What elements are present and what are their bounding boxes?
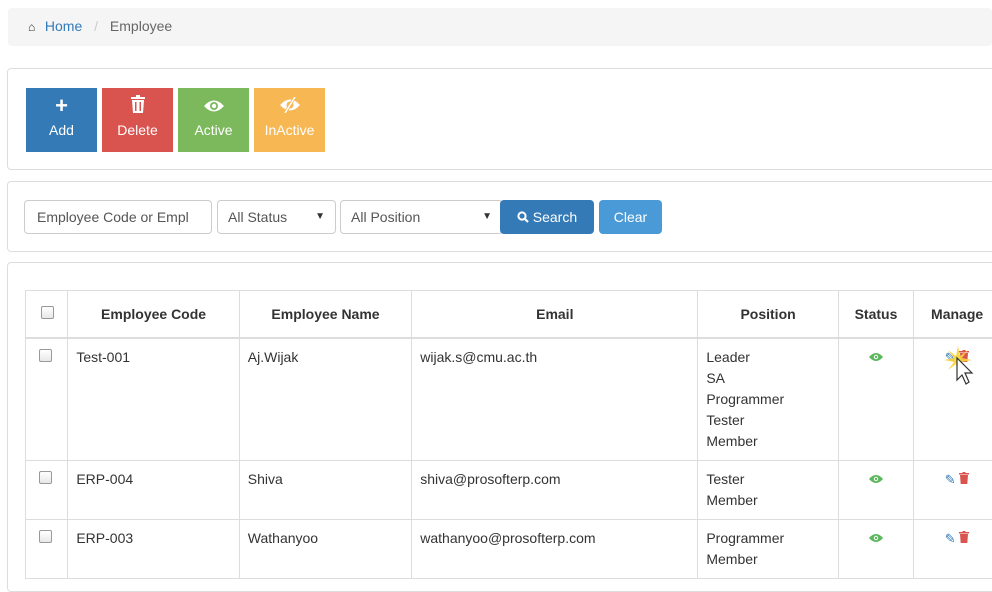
delete-button-label: Delete: [102, 122, 173, 138]
cell-position: Leader SA Programmer Tester Member: [698, 338, 838, 461]
delete-button[interactable]: Delete: [102, 88, 173, 152]
inactive-button-label: InActive: [254, 122, 325, 138]
cell-employee-name: Wathanyoo: [239, 519, 411, 578]
position-item: Programmer: [706, 528, 829, 549]
position-item: Tester: [706, 469, 829, 490]
cell-status: [838, 460, 913, 519]
caret-down-icon: ▼: [315, 201, 325, 233]
eye-icon[interactable]: [869, 533, 883, 543]
cell-employee-name: Shiva: [239, 460, 411, 519]
cell-status: [838, 519, 913, 578]
table-row: Test-001 Aj.Wijak wijak.s@cmu.ac.th Lead…: [26, 338, 992, 461]
header-employee-name: Employee Name: [239, 291, 411, 338]
row-select-cell: [26, 338, 68, 461]
cell-position: Tester Member: [698, 460, 838, 519]
active-button-label: Active: [178, 122, 249, 138]
header-employee-code: Employee Code: [68, 291, 239, 338]
pencil-icon[interactable]: ✎: [945, 472, 956, 487]
toolbar-panel: + Add Delete Active InActive: [7, 68, 992, 170]
position-item: Leader: [706, 347, 829, 368]
status-select[interactable]: All Status ▼: [217, 200, 336, 234]
cell-email: wathanyoo@prosofterp.com: [412, 519, 698, 578]
header-email: Email: [412, 291, 698, 338]
cell-manage: ✎: [914, 519, 992, 578]
eye-icon[interactable]: [869, 352, 883, 362]
search-button-label: Search: [533, 209, 577, 225]
clear-button[interactable]: Clear: [599, 200, 662, 234]
mouse-cursor-icon: [944, 340, 984, 391]
header-manage: Manage: [914, 291, 992, 338]
home-icon[interactable]: ⌂: [28, 20, 41, 34]
header-status: Status: [838, 291, 913, 338]
cell-manage: ✎: [914, 460, 992, 519]
pencil-icon[interactable]: ✎: [945, 531, 956, 546]
cell-employee-code: ERP-004: [68, 460, 239, 519]
row-checkbox[interactable]: [39, 530, 52, 543]
position-select[interactable]: All Position ▼: [340, 200, 503, 234]
position-item: Member: [706, 549, 829, 570]
table-row: ERP-003 Wathanyoo wathanyoo@prosofterp.c…: [26, 519, 992, 578]
cell-employee-name: Aj.Wijak: [239, 338, 411, 461]
cell-employee-code: ERP-003: [68, 519, 239, 578]
eye-icon[interactable]: [869, 474, 883, 484]
breadcrumb-separator: /: [86, 18, 106, 34]
trash-icon: [102, 94, 173, 118]
position-item: Member: [706, 431, 829, 452]
row-select-cell: [26, 519, 68, 578]
search-button[interactable]: Search: [500, 200, 594, 234]
header-position: Position: [698, 291, 838, 338]
eye-icon: [178, 94, 249, 118]
breadcrumb: ⌂ Home / Employee: [8, 8, 992, 46]
row-select-cell: [26, 460, 68, 519]
trash-icon[interactable]: [959, 531, 969, 546]
eye-slash-icon: [254, 94, 325, 118]
breadcrumb-home-link[interactable]: Home: [45, 18, 82, 34]
position-item: SA: [706, 368, 829, 389]
plus-icon: +: [26, 94, 97, 118]
caret-down-icon: ▼: [482, 201, 492, 233]
table-row: ERP-004 Shiva shiva@prosofterp.com Teste…: [26, 460, 992, 519]
add-button-label: Add: [26, 122, 97, 138]
add-button[interactable]: + Add: [26, 88, 97, 152]
inactive-button[interactable]: InActive: [254, 88, 325, 152]
active-button[interactable]: Active: [178, 88, 249, 152]
select-all-checkbox[interactable]: [41, 306, 54, 319]
table-panel: Employee Code Employee Name Email Positi…: [7, 262, 992, 592]
employee-table: Employee Code Employee Name Email Positi…: [25, 290, 992, 579]
position-select-value: All Position: [351, 209, 420, 225]
breadcrumb-current: Employee: [110, 18, 172, 34]
position-item: Tester: [706, 410, 829, 431]
cell-employee-code: Test-001: [68, 338, 239, 461]
position-item: Programmer: [706, 389, 829, 410]
row-checkbox[interactable]: [39, 471, 52, 484]
trash-icon[interactable]: [959, 472, 969, 487]
search-icon: [517, 211, 529, 223]
search-panel: Employee Code or Empl All Status ▼ All P…: [7, 181, 992, 252]
row-checkbox[interactable]: [39, 349, 52, 362]
header-select-all: [26, 291, 68, 338]
cell-email: shiva@prosofterp.com: [412, 460, 698, 519]
position-item: Member: [706, 490, 829, 511]
cell-position: Programmer Member: [698, 519, 838, 578]
table-header-row: Employee Code Employee Name Email Positi…: [26, 291, 992, 338]
status-select-value: All Status: [228, 209, 287, 225]
cell-email: wijak.s@cmu.ac.th: [412, 338, 698, 461]
search-input[interactable]: Employee Code or Empl: [24, 200, 212, 234]
cell-status: [838, 338, 913, 461]
